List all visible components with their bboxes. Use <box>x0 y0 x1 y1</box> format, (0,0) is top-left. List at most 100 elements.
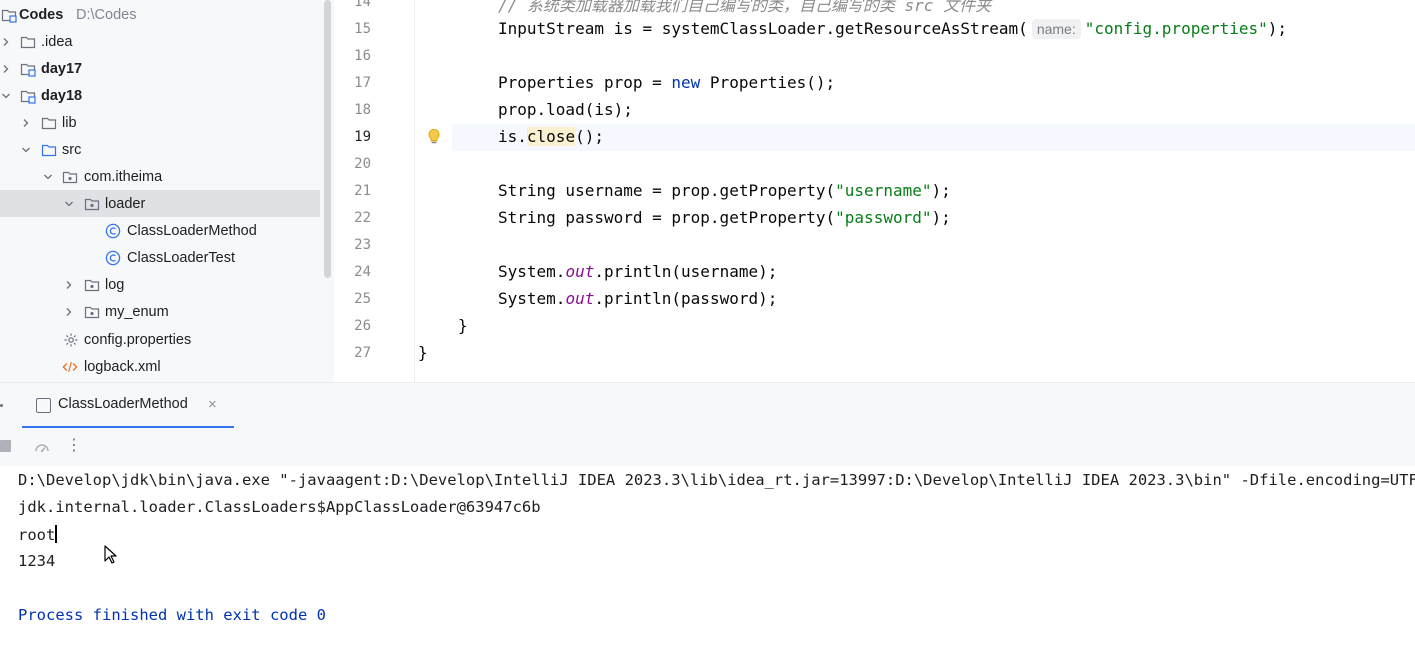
tree-item-label: ClassLoaderMethod <box>127 222 257 239</box>
tree-item-classloadertest[interactable]: ClassLoaderTest <box>0 244 322 271</box>
line-number: 26 <box>354 318 371 334</box>
source-folder-icon <box>41 142 57 158</box>
run-toolbar: ⋮ <box>0 428 1415 466</box>
line-number: 24 <box>354 264 371 280</box>
tree-item-label: com.itheima <box>84 168 163 185</box>
code-token: } <box>418 343 428 362</box>
run-tabs-bar: ClassLoaderMethod × <box>0 382 1415 429</box>
code-token: prop.load(is); <box>498 100 633 119</box>
code-keyword: new <box>671 73 701 92</box>
console-output[interactable]: D:\Develop\jdk\bin\java.exe "-javaagent:… <box>0 466 1415 650</box>
code-token: ); <box>931 208 951 227</box>
code-line-14: // 系统类加载器加载我们自己编写的类，自己编写的类 src 文件夹 <box>498 0 991 16</box>
code-line-19: is.close(); <box>498 127 604 146</box>
chevron-down-icon[interactable] <box>0 90 12 102</box>
line-number-current: 19 <box>354 129 371 145</box>
package-icon <box>62 169 78 185</box>
chevron-right-icon[interactable] <box>63 306 75 318</box>
tree-item-codes[interactable]: Codes D:\Codes <box>0 1 322 28</box>
chevron-right-icon[interactable] <box>20 117 32 129</box>
tree-item-lib[interactable]: lib <box>0 109 322 136</box>
chevron-down-icon[interactable] <box>20 144 32 156</box>
console-text: root <box>18 526 56 544</box>
tree-item-day17[interactable]: day17 <box>0 55 322 82</box>
code-line-25: System.out.println(password); <box>498 289 777 308</box>
code-token: System. <box>498 289 566 308</box>
tree-item-label: my_enum <box>105 303 169 320</box>
gear-icon <box>63 332 79 348</box>
tree-item-label: lib <box>62 114 77 131</box>
code-token: InputStream is = systemClassLoader.getRe… <box>498 19 1028 38</box>
code-token: } <box>458 316 468 335</box>
tree-item-loader[interactable]: loader <box>0 190 320 217</box>
code-line-26: } <box>458 316 468 335</box>
tree-item-day18[interactable]: day18 <box>0 82 322 109</box>
tree-item-label: ClassLoaderTest <box>127 249 235 266</box>
more-options-icon[interactable]: ⋮ <box>66 436 82 456</box>
code-token: (); <box>575 127 604 146</box>
tab-label: ClassLoaderMethod <box>58 396 188 412</box>
line-number: 27 <box>354 345 371 361</box>
package-icon <box>84 277 100 293</box>
console-line-with-caret: root <box>18 525 57 544</box>
tree-item-label: Codes <box>19 6 64 23</box>
chevron-down-icon[interactable] <box>63 198 75 210</box>
code-token: System. <box>498 262 566 281</box>
console-exit-line: Process finished with exit code 0 <box>18 606 326 624</box>
line-number: 16 <box>354 48 371 64</box>
text-caret <box>55 525 57 543</box>
line-number: 20 <box>354 156 371 172</box>
tab-classloadermethod[interactable]: ClassLoaderMethod × <box>22 383 234 429</box>
tree-item-label: day17 <box>41 60 83 77</box>
line-number: 21 <box>354 183 371 199</box>
console-line: jdk.internal.loader.ClassLoaders$AppClas… <box>18 498 541 516</box>
tree-item-idea[interactable]: .idea <box>0 28 322 55</box>
tree-item-logback-xml[interactable]: logback.xml <box>0 353 322 380</box>
line-number: 23 <box>354 237 371 253</box>
code-editor[interactable]: 14 15 16 17 18 19 20 21 22 23 24 25 26 2… <box>334 0 1415 382</box>
close-icon[interactable]: × <box>208 396 217 413</box>
tree-item-label: logback.xml <box>84 358 161 375</box>
lightbulb-icon[interactable] <box>427 128 441 146</box>
mouse-cursor-icon <box>104 545 117 564</box>
tree-item-my-enum[interactable]: my_enum <box>0 298 322 325</box>
tree-item-label: loader <box>105 195 146 212</box>
code-token: is. <box>498 127 527 146</box>
project-tree: Codes D:\Codes .idea day17 day18 lib src… <box>0 0 322 382</box>
line-number: 17 <box>354 75 371 91</box>
tree-item-label: .idea <box>41 33 73 50</box>
run-config-icon <box>36 398 51 413</box>
chevron-down-icon[interactable] <box>42 171 54 183</box>
module-folder-icon <box>20 61 36 77</box>
chevron-right-icon[interactable] <box>0 63 12 75</box>
tree-item-log[interactable]: log <box>0 271 322 298</box>
chevron-right-icon[interactable] <box>63 279 75 291</box>
module-folder-icon <box>20 88 36 104</box>
code-static-field: out <box>565 289 595 308</box>
stop-icon[interactable] <box>0 440 11 452</box>
tree-item-src[interactable]: src <box>0 136 322 163</box>
tree-item-label: log <box>105 276 125 293</box>
folder-icon <box>20 34 36 50</box>
scrollbar-thumb[interactable] <box>324 0 331 278</box>
code-line-21: String username = prop.getProperty("user… <box>498 181 951 200</box>
code-line-27: } <box>418 343 428 362</box>
code-string: "config.properties" <box>1084 19 1268 38</box>
tree-scrollbar[interactable] <box>322 0 334 382</box>
console-line-command: D:\Develop\jdk\bin\java.exe "-javaagent:… <box>18 471 1415 489</box>
code-token: ); <box>931 181 951 200</box>
java-class-icon <box>105 223 121 239</box>
gutter-divider <box>414 0 415 382</box>
tree-item-classloadermethod[interactable]: ClassLoaderMethod <box>0 217 322 244</box>
tree-item-config-properties[interactable]: config.properties <box>0 326 322 353</box>
rerun-icon[interactable] <box>33 439 51 457</box>
line-number: 25 <box>354 291 371 307</box>
tree-item-label: src <box>62 141 82 158</box>
project-path: D:\Codes <box>76 6 137 23</box>
module-folder-icon <box>1 7 17 23</box>
tree-item-com-itheima[interactable]: com.itheima <box>0 163 322 190</box>
chevron-right-icon[interactable] <box>0 36 12 48</box>
code-comment: // 系统类加载器加载我们自己编写的类，自己编写的类 src 文件夹 <box>498 0 992 15</box>
code-line-22: String password = prop.getProperty("pass… <box>498 208 951 227</box>
code-token: Properties prop = <box>498 73 672 92</box>
